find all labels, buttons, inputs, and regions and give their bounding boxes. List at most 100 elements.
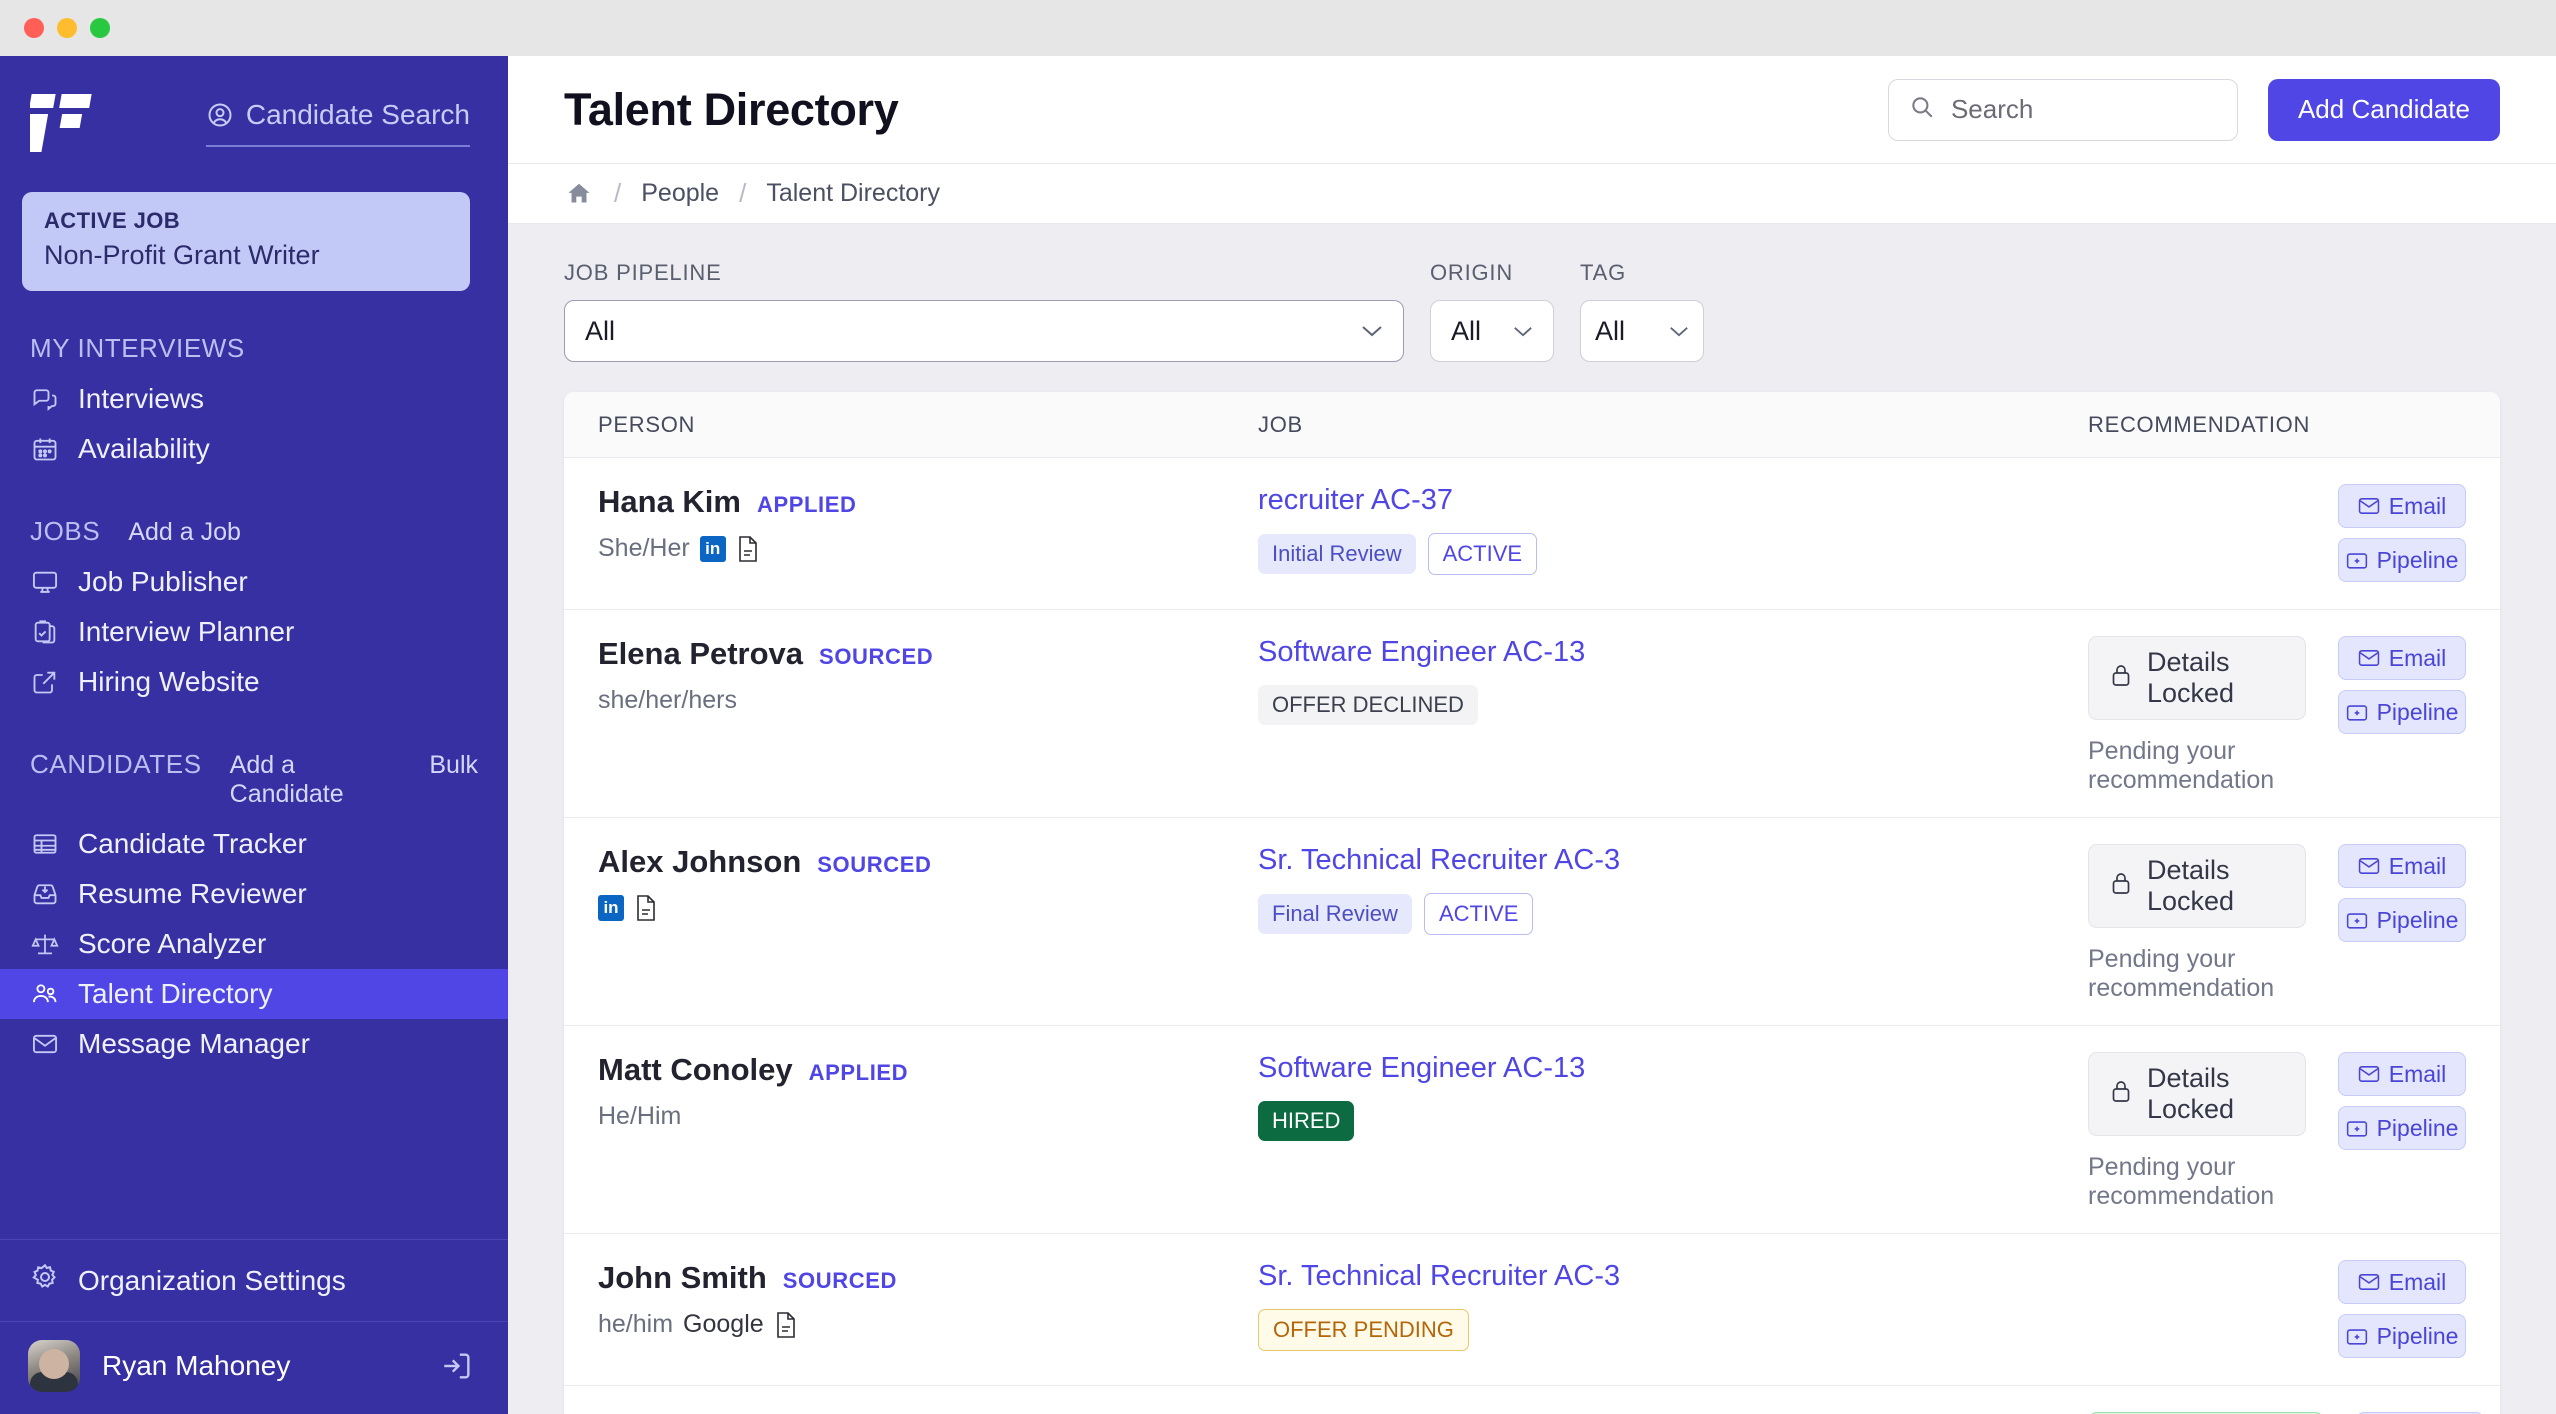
sidebar-item-resume-reviewer[interactable]: Resume Reviewer xyxy=(0,869,508,919)
candidate-name[interactable]: Alex Johnson xyxy=(598,844,801,880)
job-title-link[interactable]: recruiter AC-37 xyxy=(1258,484,2088,517)
pipeline-button[interactable]: Pipeline xyxy=(2338,1106,2466,1150)
active-job-card[interactable]: ACTIVE JOB Non-Profit Grant Writer xyxy=(22,192,470,291)
resume-document-icon[interactable] xyxy=(634,894,658,922)
job-pipeline-select[interactable]: All xyxy=(564,300,1404,362)
sidebar: Candidate Search ACTIVE JOB Non-Profit G… xyxy=(0,56,508,1414)
candidate-name[interactable]: John Smith xyxy=(598,1260,767,1296)
section-title: MY INTERVIEWS xyxy=(30,333,245,363)
breadcrumb-separator: / xyxy=(614,178,622,208)
job-tag[interactable]: Initial Review xyxy=(1258,534,1416,574)
column-header-person: PERSON xyxy=(598,411,696,437)
candidate-name[interactable]: Elena Petrova xyxy=(598,636,803,672)
logout-icon[interactable] xyxy=(436,1345,478,1387)
home-icon[interactable] xyxy=(564,179,594,209)
job-title-link[interactable]: Sr. Technical Recruiter AC-3 xyxy=(1258,1260,2088,1293)
candidate-name[interactable]: Matt Conoley xyxy=(598,1052,793,1088)
tag-select[interactable]: All xyxy=(1580,300,1704,362)
breadcrumb-item-talent-directory[interactable]: Talent Directory xyxy=(766,179,940,208)
search-box[interactable] xyxy=(1887,78,2238,141)
details-locked-button[interactable]: Details Locked xyxy=(2088,1052,2306,1136)
window-minimize-button[interactable] xyxy=(57,18,77,38)
bulk-link[interactable]: Bulk xyxy=(429,751,478,780)
origin-value: All xyxy=(1451,315,1482,346)
candidate-search-link[interactable]: Candidate Search xyxy=(205,99,470,147)
sidebar-item-message-manager[interactable]: Message Manager xyxy=(0,1019,508,1069)
add-a-job-link[interactable]: Add a Job xyxy=(128,518,241,547)
candidate-name[interactable]: Hana Kim xyxy=(598,484,741,520)
email-button[interactable]: Email xyxy=(2338,1052,2466,1096)
sidebar-item-label: Interviews xyxy=(78,383,205,414)
job-tag[interactable]: OFFER DECLINED xyxy=(1258,685,1478,725)
search-input[interactable] xyxy=(1950,94,2217,125)
job-tags: Initial Review ACTIVE xyxy=(1258,533,2088,575)
add-candidate-button[interactable]: Add Candidate xyxy=(2267,78,2500,141)
table-row[interactable]: John Smith SOURCED he/him Google Sr. Technic… xyxy=(564,1234,2500,1386)
sidebar-item-interviews[interactable]: Interviews xyxy=(0,374,508,424)
job-tag[interactable]: Final Review xyxy=(1258,894,1412,934)
sidebar-item-talent-directory[interactable]: Talent Directory xyxy=(0,969,508,1019)
pipeline-button-label: Pipeline xyxy=(2376,906,2459,933)
sidebar-item-job-publisher[interactable]: Job Publisher xyxy=(0,557,508,607)
origin-select[interactable]: All xyxy=(1430,300,1554,362)
user-profile-row[interactable]: Ryan Mahoney xyxy=(0,1322,508,1414)
sidebar-item-hiring-website[interactable]: Hiring Website xyxy=(0,657,508,707)
email-button-label: Email xyxy=(2388,852,2447,879)
job-tag[interactable]: HIRED xyxy=(1258,1101,1355,1141)
chevron-down-icon xyxy=(1513,318,1533,344)
pipeline-button[interactable]: Pipeline xyxy=(2338,1314,2466,1358)
email-button[interactable]: Email xyxy=(2338,1260,2466,1304)
inbox-download-icon xyxy=(30,879,60,909)
envelope-icon xyxy=(2358,1065,2380,1083)
email-button[interactable]: Email xyxy=(2338,636,2466,680)
table-row[interactable]: Matt Conoley APPLIED He/Him Software Engine… xyxy=(564,1026,2500,1234)
main-content: Talent Directory Add Candidate xyxy=(508,56,2556,1414)
cell-actions: Email Pipeline xyxy=(2306,1052,2466,1150)
sidebar-item-availability[interactable]: Availability xyxy=(0,424,508,474)
job-tag[interactable]: ACTIVE xyxy=(1427,533,1538,575)
resume-document-icon[interactable] xyxy=(736,535,760,563)
job-title-link[interactable]: Software Engineer AC-13 xyxy=(1258,636,2088,669)
details-locked-button[interactable]: Details Locked xyxy=(2088,636,2306,720)
sidebar-item-score-analyzer[interactable]: Score Analyzer xyxy=(0,919,508,969)
pipeline-button[interactable]: Pipeline xyxy=(2338,690,2466,734)
cell-person: Matt Conoley APPLIED He/Him xyxy=(598,1052,1258,1131)
candidate-name-line: John Smith SOURCED xyxy=(598,1260,1258,1296)
details-locked-button[interactable]: Details Locked xyxy=(2088,844,2306,928)
candidate-name-line: Matt Conoley APPLIED xyxy=(598,1052,1258,1088)
resume-document-icon[interactable] xyxy=(774,1311,798,1339)
linkedin-icon[interactable]: in xyxy=(699,535,726,562)
details-locked-label: Details Locked xyxy=(2147,855,2235,916)
table-row[interactable]: Hana Kim APPLIED She/Her in recruiter AC-37 I… xyxy=(564,458,2500,610)
table-row[interactable]: Elena Petrova SOURCED she/her/hers Software… xyxy=(564,610,2500,818)
table-row[interactable]: Gabriel DanielSOURCEDhe/him/hisNon-Profi… xyxy=(564,1386,2500,1414)
breadcrumb-item-people[interactable]: People xyxy=(641,179,719,208)
candidate-meta: She/Her in xyxy=(598,534,1258,563)
folder-plus-icon xyxy=(2346,551,2368,570)
email-button[interactable]: Email xyxy=(2338,484,2466,528)
job-tag[interactable]: ACTIVE xyxy=(1423,893,1534,935)
candidate-name-line: Elena Petrova SOURCED xyxy=(598,636,1258,672)
table-row[interactable]: Alex Johnson SOURCED in Sr. Technical Recru… xyxy=(564,818,2500,1026)
pipeline-button[interactable]: Pipeline xyxy=(2338,898,2466,942)
filter-label: TAG xyxy=(1580,260,1626,285)
pipeline-button[interactable]: Pipeline xyxy=(2338,538,2466,582)
table-header-row: PERSON JOB RECOMMENDATION xyxy=(564,392,2500,458)
email-button[interactable]: Email xyxy=(2338,844,2466,888)
sidebar-item-candidate-tracker[interactable]: Candidate Tracker xyxy=(0,819,508,869)
sidebar-item-label: Hiring Website xyxy=(78,666,260,697)
job-title-link[interactable]: Software Engineer AC-13 xyxy=(1258,1052,2088,1085)
organization-settings-link[interactable]: Organization Settings xyxy=(0,1239,508,1322)
app-window: Candidate Search ACTIVE JOB Non-Profit G… xyxy=(0,0,2556,1414)
window-close-button[interactable] xyxy=(24,18,44,38)
section-title: JOBS xyxy=(30,516,101,546)
page-content: JOB PIPELINE All ORIGIN All TAG All PERS… xyxy=(508,224,2556,1414)
sidebar-item-interview-planner[interactable]: Interview Planner xyxy=(0,607,508,657)
window-maximize-button[interactable] xyxy=(90,18,110,38)
job-title-link[interactable]: Sr. Technical Recruiter AC-3 xyxy=(1258,844,2088,877)
linkedin-icon[interactable]: in xyxy=(598,895,624,921)
cell-actions: Email Pipeline xyxy=(2306,484,2466,582)
add-a-candidate-link[interactable]: Add a Candidate xyxy=(230,751,402,809)
pipeline-button-label: Pipeline xyxy=(2376,1114,2459,1141)
job-tag[interactable]: OFFER PENDING xyxy=(1258,1309,1469,1351)
